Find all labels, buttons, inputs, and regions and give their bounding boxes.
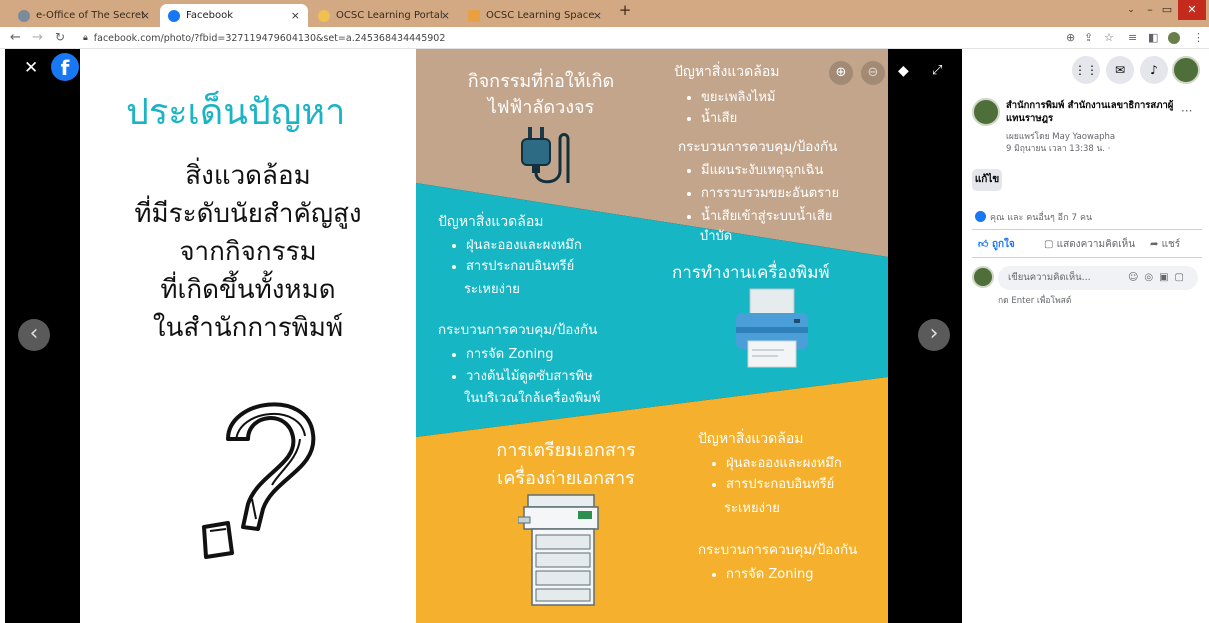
edit-button[interactable]: แก้ไข <box>972 169 1002 191</box>
zoom-icon[interactable]: ⊕ <box>1066 31 1075 44</box>
section2-problems: ฝุ่นละอองและผงหมึก สารประกอบอินทรีย์ <box>466 235 582 277</box>
infographic-left-panel: ประเด็นปัญหา สิ่งแวดล้อม ที่มีระดับนัยสำ… <box>80 49 416 623</box>
page-name[interactable]: สำนักการพิมพ์ สำนักงานเลขาธิการสภาผู้แทน… <box>1006 99 1176 125</box>
globe-icon <box>18 9 30 22</box>
section3-control-heading: กระบวนการควบคุม/ป้องกัน <box>698 542 858 558</box>
section2-control-tail: ในบริเวณใกล้เครื่องพิมพ์ <box>464 391 601 406</box>
close-tab-icon[interactable]: × <box>441 9 450 22</box>
comment-button[interactable]: ▢ แสดงความคิดเห็น <box>1044 237 1135 252</box>
infographic-right-panel: กิจกรรมที่ก่อให้เกิด ไฟฟ้าลัดวงจร ปัญหาส… <box>416 49 888 623</box>
section3-problems: ฝุ่นละอองและผงหมึก สารประกอบอินทรีย์ <box>726 453 842 495</box>
like-button[interactable]: 👍︎ ถูกใจ <box>978 237 1015 252</box>
plug-icon <box>521 127 570 184</box>
tab-strip: e-Office of The Secretariat of Th × Face… <box>0 0 1209 27</box>
more-options-button[interactable]: ··· <box>1181 104 1192 118</box>
section2-controls: การจัด Zoning วางต้นไม้ดูดซับสารพิษ <box>466 344 593 388</box>
section1-title: กิจกรรมที่ก่อให้เกิด ไฟฟ้าลัดวงจร <box>467 71 615 118</box>
tab-eoffice[interactable]: e-Office of The Secretariat of Th × <box>10 4 158 27</box>
messenger-icon[interactable]: ✉ <box>1106 56 1134 84</box>
section2-title: การทำงานเครื่องพิมพ์ <box>672 263 830 283</box>
previous-photo-button[interactable]: ‹ <box>18 319 50 351</box>
reactions-summary[interactable]: คุณ และ คนอื่นๆ อีก 7 คน <box>990 210 1092 224</box>
notifications-bell-icon[interactable]: ♪ <box>1140 56 1168 84</box>
account-avatar[interactable] <box>1172 56 1200 84</box>
post-sidebar: ⋮⋮ ✉ ♪ สำนักการพิมพ์ สำนักงานเลขาธิการสภ… <box>962 49 1209 623</box>
close-tab-icon[interactable]: × <box>291 9 300 22</box>
reading-list-icon[interactable]: ≡ <box>1128 31 1137 44</box>
tag-icon[interactable]: ◆ <box>898 63 909 79</box>
ocsc-icon <box>318 9 330 22</box>
tab-search-icon[interactable]: ⌄ <box>1124 5 1138 23</box>
reload-icon[interactable]: ↻ <box>55 30 65 44</box>
printer-icon <box>736 288 808 368</box>
divider <box>972 257 1202 258</box>
next-photo-button[interactable]: › <box>918 319 950 351</box>
forward-icon[interactable]: → <box>32 30 43 45</box>
lock-icon: 🔒︎ <box>83 33 88 43</box>
section2-problem-tail: ระเหยง่าย <box>464 282 520 297</box>
url-text: facebook.com/photo/?fbid=327119479604130… <box>93 32 446 44</box>
divider <box>972 229 1202 230</box>
browser-window: e-Office of The Secretariat of Th × Face… <box>0 0 1209 623</box>
close-tab-icon[interactable]: × <box>141 9 150 22</box>
infographic-left-lines: สิ่งแวดล้อม ที่มีระดับนัยสำคัญสูง จากกิจ… <box>134 161 362 343</box>
section1-problem-heading: ปัญหาสิ่งแวดล้อม <box>674 64 780 80</box>
thumbs-up-icon: 👍︎ <box>978 239 989 250</box>
infographic-heading: ประเด็นปัญหา <box>126 92 346 133</box>
comment-emoji-icons[interactable]: ☺◎▣▢ <box>1128 266 1190 290</box>
close-tab-icon[interactable]: × <box>593 9 602 22</box>
section1-control-tail: บำบัด <box>700 229 733 244</box>
profile-avatar[interactable] <box>1168 32 1180 44</box>
post-date: 9 มิถุนายน เวลา 13:38 น. · <box>1006 144 1111 154</box>
fullscreen-icon[interactable]: ⤢ <box>932 63 942 78</box>
close-viewer-button[interactable]: ✕ <box>24 58 38 78</box>
share-arrow-icon: ➦ <box>1150 239 1159 250</box>
commenter-avatar <box>972 266 994 288</box>
share-button[interactable]: ➦ แชร์ <box>1150 237 1180 252</box>
menu-kebab-icon[interactable]: ⋮ <box>1193 31 1204 44</box>
sidepanel-icon[interactable]: ◧ <box>1148 31 1158 44</box>
bookmark-star-icon[interactable]: ☆ <box>1104 31 1114 44</box>
section1-controls: มีแผนระงับเหตุฉุกเฉิน การรวบรวมขยะอันตรา… <box>701 159 839 228</box>
zoom-in-icon[interactable]: ⊕ <box>829 61 853 85</box>
comment-icon: ▢ <box>1044 239 1054 250</box>
section3-problem-heading: ปัญหาสิ่งแวดล้อม <box>698 431 804 447</box>
facebook-logo[interactable]: f <box>51 53 79 81</box>
menu-grid-icon[interactable]: ⋮⋮ <box>1072 56 1100 84</box>
comment-input[interactable]: เขียนความคิดเห็น... ☺◎▣▢ <box>998 266 1198 290</box>
section3-problem-tail: ระเหยง่าย <box>724 501 780 516</box>
page-avatar[interactable] <box>972 98 1000 126</box>
enter-to-post-hint: กด Enter เพื่อโพสต์ <box>998 296 1072 306</box>
ocsc-space-icon <box>468 9 480 22</box>
facebook-icon <box>168 9 180 22</box>
like-reaction-icon <box>975 211 986 222</box>
new-tab-button[interactable]: + <box>617 1 633 19</box>
section3-title: การเตรียมเอกสาร เครื่องถ่ายเอกสาร <box>496 440 636 489</box>
minimize-button[interactable]: – <box>1143 3 1157 21</box>
tab-ocsc-space[interactable]: OCSC Learning Space × <box>460 4 610 27</box>
close-window-button[interactable]: ✕ <box>1178 0 1206 20</box>
tab-ocsc-portal[interactable]: OCSC Learning Portal × <box>310 4 458 27</box>
section3-controls: การจัด Zoning <box>726 564 814 586</box>
section2-problem-heading: ปัญหาสิ่งแวดล้อม <box>438 214 544 230</box>
photocopier-icon <box>518 494 599 606</box>
share-icon[interactable]: ⇪ <box>1084 31 1093 44</box>
maximize-button[interactable]: ▭ <box>1160 3 1174 21</box>
zoom-out-icon[interactable]: ⊖ <box>861 61 885 85</box>
section1-control-heading: กระบวนการควบคุม/ป้องกัน <box>678 139 838 155</box>
browser-toolbar: ← → ↻ 🔒︎ facebook.com/photo/?fbid=327119… <box>0 27 1209 49</box>
section2-control-heading: กระบวนการควบคุม/ป้องกัน <box>438 322 598 338</box>
section1-problems: ขยะเพลิงไหม้ น้ำเสีย <box>701 87 776 129</box>
back-icon[interactable]: ← <box>10 30 21 45</box>
address-bar[interactable]: 🔒︎ facebook.com/photo/?fbid=327119479604… <box>83 30 1063 46</box>
question-dot-illustration <box>202 521 234 559</box>
tab-facebook[interactable]: Facebook × <box>160 4 308 27</box>
